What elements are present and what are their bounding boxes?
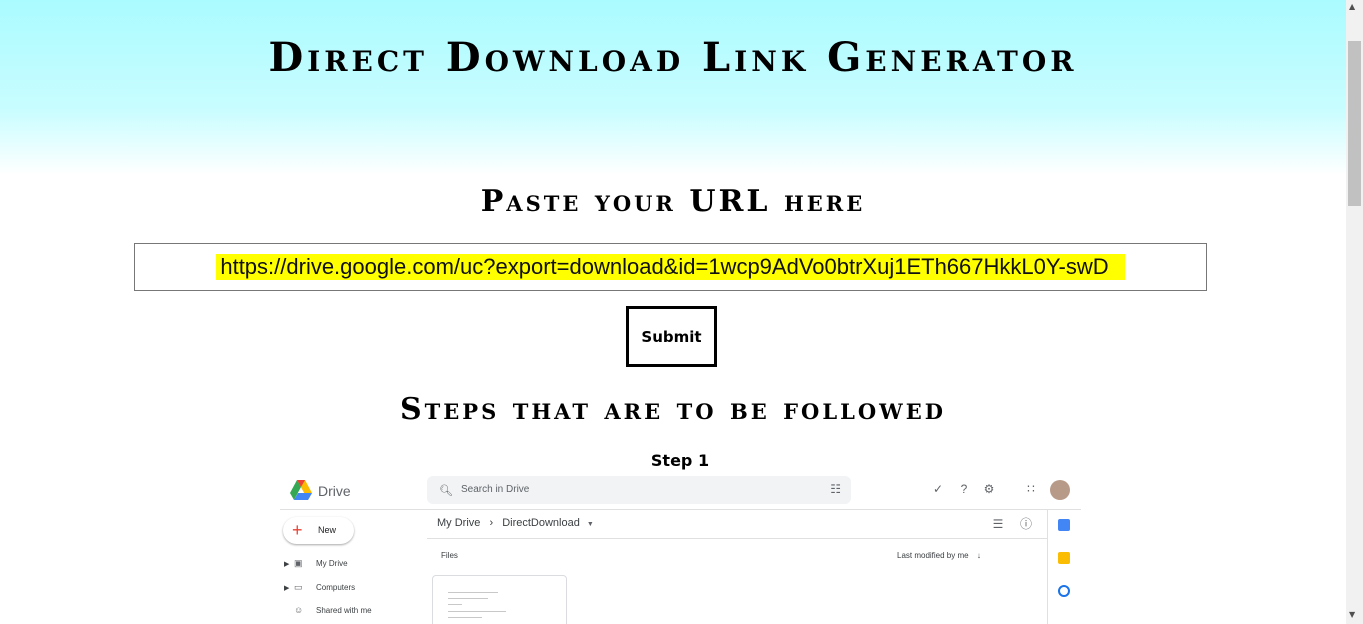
drive-sort-label: Last modified by me ↓ <box>897 551 981 560</box>
drive-nav-shared: ☺ Shared with me <box>284 605 372 615</box>
drive-nav-label: My Drive <box>316 559 348 568</box>
step-1-screenshot: Drive 🔍︎ Search in Drive ☷ ✓ ? ⚙ ∷ + New… <box>280 472 1081 624</box>
drive-file-card <box>432 575 567 624</box>
filter-icon: ☷ <box>830 482 841 496</box>
drive-logo-icon <box>290 480 312 500</box>
caret-right-icon: ▶ <box>284 585 290 592</box>
search-icon: 🔍︎ <box>439 485 453 497</box>
calendar-icon <box>1058 519 1070 531</box>
chevron-down-icon: ▼ <box>586 521 594 528</box>
apps-grid-icon: ∷ <box>1027 482 1035 496</box>
breadcrumb-folder: DirectDownload <box>502 517 580 529</box>
step-1-label: Step 1 <box>650 451 710 470</box>
divider <box>427 538 1047 539</box>
drive-new-label: New <box>318 525 337 535</box>
help-icon: ? <box>960 482 968 496</box>
url-heading: Paste your URL here <box>480 184 866 219</box>
page-title: Direct Download Link Generator <box>268 34 1078 81</box>
computer-icon: ▭ <box>294 582 303 592</box>
url-input-value[interactable]: https://drive.google.com/uc?export=downl… <box>216 254 1125 280</box>
gear-icon: ⚙ <box>983 482 995 496</box>
drive-nav-my-drive: ▶ ▣ My Drive <box>284 558 348 569</box>
drive-nav-label: Computers <box>316 583 356 592</box>
arrow-down-icon: ↓ <box>976 551 981 560</box>
scroll-up-icon[interactable]: ▲ <box>1349 2 1355 11</box>
drive-search-bar: 🔍︎ Search in Drive ☷ <box>427 476 851 504</box>
drive-nav-computers: ▶ ▭ Computers <box>284 582 355 593</box>
keep-icon <box>1058 552 1070 564</box>
drive-nav-label: Shared with me <box>316 606 372 615</box>
chevron-right-icon: › <box>489 517 494 529</box>
drive-app-name: Drive <box>318 483 351 499</box>
tasks-icon <box>1058 585 1070 597</box>
drive-files-label: Files <box>441 551 458 560</box>
avatar <box>1050 480 1070 500</box>
plus-icon: + <box>292 520 303 540</box>
page-background: Direct Download Link Generator Paste you… <box>0 0 1346 624</box>
offline-check-icon: ✓ <box>932 482 944 496</box>
people-icon: ☺ <box>294 605 304 615</box>
breadcrumb-root: My Drive <box>437 517 481 529</box>
drive-search-placeholder: Search in Drive <box>461 484 530 495</box>
drive-folder-icon: ▣ <box>294 558 303 568</box>
submit-button[interactable]: Submit <box>626 306 717 367</box>
info-icon: ⓘ <box>1019 517 1032 531</box>
caret-right-icon: ▶ <box>284 561 290 568</box>
drive-topbar: Drive 🔍︎ Search in Drive ☷ ✓ ? ⚙ ∷ <box>280 472 1081 510</box>
steps-heading: Steps that are to be followed <box>400 392 946 427</box>
drive-sort-text: Last modified by me <box>897 551 969 560</box>
divider <box>1047 509 1048 624</box>
drive-new-button: + New <box>283 517 354 544</box>
url-input[interactable]: https://drive.google.com/uc?export=downl… <box>134 243 1207 291</box>
drive-breadcrumb: My Drive › DirectDownload ▼ <box>437 517 594 529</box>
list-view-icon: ☰ <box>992 517 1004 531</box>
scroll-down-icon[interactable]: ▼ <box>1349 610 1355 619</box>
scrollbar-thumb[interactable] <box>1348 41 1361 206</box>
